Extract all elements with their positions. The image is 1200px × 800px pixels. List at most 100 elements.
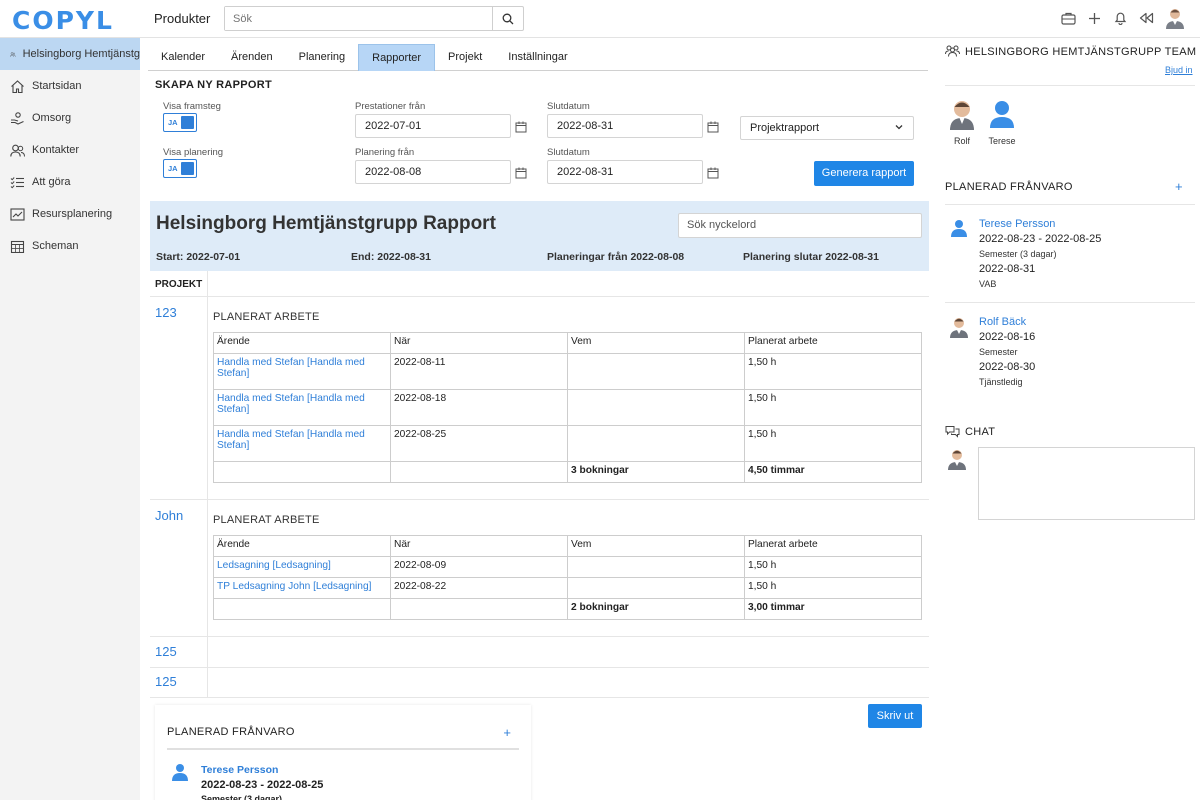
user-avatar[interactable] <box>1164 7 1186 29</box>
right-panel: HELSINGBORG HEMTJÄNSTGRUPP TEAM Bjud in … <box>935 38 1200 800</box>
tab-arenden[interactable]: Ärenden <box>218 44 286 71</box>
cell-empty <box>213 461 391 483</box>
calendar-icon[interactable] <box>515 121 527 133</box>
case-link[interactable]: Ledsagning [Ledsagning] <box>217 560 331 571</box>
case-link[interactable]: TP Ledsagning John [Ledsagning] <box>217 581 371 592</box>
cell-date: 2022-08-09 <box>390 556 568 578</box>
project-name[interactable]: John <box>155 508 183 523</box>
calendar-icon[interactable] <box>707 121 719 133</box>
user-icon <box>951 220 967 237</box>
case-link[interactable]: Handla med Stefan [Handla med Stefan] <box>217 357 365 379</box>
sidebar-item-label: Scheman <box>32 240 79 252</box>
divider <box>945 302 1195 303</box>
absence-person[interactable]: Terese Persson <box>201 764 278 776</box>
row-divider <box>150 499 929 500</box>
report-plan-end: Planering slutar 2022-08-31 <box>743 251 879 263</box>
table-row: Handla med Stefan [Handla med Stefan] 20… <box>213 389 922 426</box>
add-absence-button[interactable]: + <box>1175 179 1183 194</box>
case-link[interactable]: Handla med Stefan [Handla med Stefan] <box>217 429 365 451</box>
cell-date: 2022-08-18 <box>390 389 568 426</box>
project-name[interactable]: 125 <box>155 674 177 689</box>
sidebar-item-startsidan[interactable]: Startsidan <box>0 70 140 102</box>
table-summary-row: 2 bokningar 3,00 timmar <box>213 598 922 620</box>
sidebar-item-label: Att göra <box>32 176 71 188</box>
sidebar-item-kontakter[interactable]: Kontakter <box>0 134 140 166</box>
report-type-select[interactable]: Projektrapport <box>740 116 914 140</box>
absence-person[interactable]: Terese Persson <box>979 218 1055 230</box>
invite-link[interactable]: Bjud in <box>1165 65 1193 75</box>
end-date-input[interactable]: 2022-08-31 <box>547 114 703 138</box>
team-member-terese[interactable]: Terese <box>986 98 1018 146</box>
tab-installningar[interactable]: Inställningar <box>495 44 580 71</box>
absence-person[interactable]: Rolf Bäck <box>979 316 1026 328</box>
rewind-icon[interactable] <box>1138 10 1154 26</box>
search-input[interactable] <box>225 7 492 30</box>
sidebar-item-resursplanering[interactable]: Resursplanering <box>0 198 140 230</box>
generate-report-button[interactable]: Generera rapport <box>814 161 914 186</box>
row-divider <box>150 667 929 668</box>
total-hours: 3,00 timmar <box>744 598 922 620</box>
keyword-search-input[interactable]: Sök nyckelord <box>678 213 922 238</box>
add-absence-button[interactable]: + <box>503 725 511 740</box>
cell-who <box>567 556 745 578</box>
search-button[interactable] <box>492 7 523 30</box>
chat-title: CHAT <box>965 426 996 438</box>
sidebar-item-scheman[interactable]: Scheman <box>0 230 140 262</box>
cell-empty <box>213 598 391 620</box>
row-divider <box>150 636 929 637</box>
calendar-icon[interactable] <box>707 167 719 179</box>
report-end: End: 2022-08-31 <box>351 251 431 263</box>
cell-date: 2022-08-11 <box>390 353 568 390</box>
chart-icon <box>10 207 25 221</box>
show-planning-toggle[interactable]: JA <box>163 159 197 178</box>
cell-date: 2022-08-22 <box>390 577 568 599</box>
table-row: Handla med Stefan [Handla med Stefan] 20… <box>213 353 922 390</box>
absence-dates: 2022-08-16 <box>979 331 1036 343</box>
print-button[interactable]: Skriv ut <box>868 704 922 728</box>
cell-who <box>567 425 745 462</box>
planning-from-input[interactable]: 2022-08-08 <box>355 160 511 184</box>
home-icon <box>11 79 24 93</box>
chat-input[interactable] <box>978 447 1195 520</box>
col-header: Vem <box>567 332 745 354</box>
report-plan-from: Planeringar från 2022-08-08 <box>547 251 685 263</box>
tab-planering[interactable]: Planering <box>286 44 358 71</box>
table-header-row: Ärende När Vem Planerat arbete <box>213 535 922 557</box>
absence-title: PLANERAD FRÅNVARO <box>167 726 295 738</box>
divider <box>945 204 1195 205</box>
project-name[interactable]: 125 <box>155 644 177 659</box>
cell-who <box>567 353 745 390</box>
products-menu[interactable]: Produkter <box>154 11 210 26</box>
cell-empty <box>390 461 568 483</box>
plus-icon[interactable] <box>1086 10 1102 26</box>
case-link[interactable]: Handla med Stefan [Handla med Stefan] <box>217 393 365 415</box>
tab-kalender[interactable]: Kalender <box>148 44 218 71</box>
sidebar-item-group[interactable]: Helsingborg Hemtjänstg <box>0 38 140 70</box>
bookings-count: 2 bokningar <box>567 598 745 620</box>
team-member-rolf[interactable]: Rolf <box>947 98 977 146</box>
sidebar-item-label: Startsidan <box>32 80 82 92</box>
planning-from-label: Planering från <box>355 147 415 158</box>
project-header-label: PROJEKT <box>155 279 203 290</box>
sidebar-item-omsorg[interactable]: Omsorg <box>0 102 140 134</box>
cell-time: 1,50 h <box>744 389 922 426</box>
absence-type: Semester (3 dagar) <box>979 249 1057 259</box>
copyl-logo[interactable]: COPYL <box>12 6 114 35</box>
cell-who <box>567 389 745 426</box>
team-title: HELSINGBORG HEMTJÄNSTGRUPP TEAM <box>965 46 1197 58</box>
briefcase-icon[interactable] <box>1060 10 1076 26</box>
show-progress-toggle[interactable]: JA <box>163 113 197 132</box>
cell-time: 1,50 h <box>744 577 922 599</box>
report-title: Helsingborg Hemtjänstgrupp Rapport <box>156 213 496 234</box>
sidebar-item-label: Resursplanering <box>32 208 113 220</box>
project-name[interactable]: 123 <box>155 305 177 320</box>
tab-projekt[interactable]: Projekt <box>435 44 495 71</box>
table-row: TP Ledsagning John [Ledsagning] 2022-08-… <box>213 577 922 599</box>
sidebar-item-att-gora[interactable]: Att göra <box>0 166 140 198</box>
performance-from-input[interactable]: 2022-07-01 <box>355 114 511 138</box>
end-date-input-2[interactable]: 2022-08-31 <box>547 160 703 184</box>
table-row: Ledsagning [Ledsagning] 2022-08-09 1,50 … <box>213 556 922 578</box>
calendar-icon[interactable] <box>515 167 527 179</box>
bell-icon[interactable] <box>1112 10 1128 26</box>
tab-rapporter[interactable]: Rapporter <box>358 44 436 71</box>
